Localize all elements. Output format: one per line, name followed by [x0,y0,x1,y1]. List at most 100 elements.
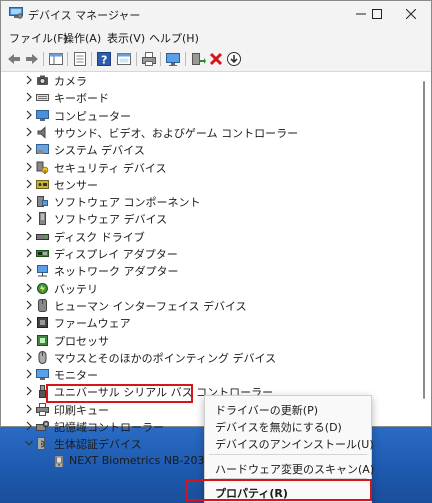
close-button[interactable] [385,1,431,29]
tree-category-label: ソフトウェア デバイス [54,213,168,227]
display-adapter-icon [36,250,49,257]
scrollbar-thumb[interactable] [423,81,425,399]
system-device-icon [36,144,49,155]
menu-file[interactable]: ファイル(F) [9,30,68,46]
tree-device-label: NEXT Biometrics NB-2033-U [69,453,224,467]
tree-category-row[interactable]: ディスプレイ アダプター [1,245,431,262]
chevron-right-icon[interactable] [25,75,33,85]
menu-action[interactable]: 操作(A) [63,30,101,46]
disk-drive-icon [36,233,49,240]
chevron-right-icon[interactable] [25,144,33,154]
tree-category-row[interactable]: モニター [1,366,431,383]
tree-category-label: プロセッサ [54,334,109,348]
tree-category-row[interactable]: サウンド、ビデオ、およびゲーム コントローラー [1,124,431,141]
chevron-right-icon[interactable] [25,110,33,120]
chevron-right-icon[interactable] [25,265,33,275]
toolbar-separator [136,52,137,66]
title-bar: デバイス マネージャー [1,1,431,29]
chevron-right-icon[interactable] [25,162,33,172]
network-adapter-icon [37,265,48,277]
tree-category-label: センサー [54,178,98,192]
tree-category-label: 記憶域コントローラー [54,421,164,434]
mouse-icon [38,350,47,364]
tree-category-row[interactable]: コンピューター [1,107,431,124]
device-tree: カメラ キーボードコンピューターサウンド、ビデオ、およびゲーム コントローラー シス… [1,72,431,468]
chevron-right-icon[interactable] [25,421,33,431]
device-manager-window: デバイス マネージャー ファイル(F) 操作(A) 表示(V) ヘルプ(H) ? [0,0,432,468]
monitor-icon [36,369,49,381]
chevron-right-icon[interactable] [25,248,33,258]
processor-icon [37,334,48,346]
tree-category-label: マウスとそのほかのポインティング デバイス [54,351,277,365]
chevron-down-icon[interactable] [25,438,33,448]
software-device-icon [39,212,46,226]
sensor-icon [36,179,49,189]
chevron-right-icon[interactable] [25,283,33,293]
tree-category-label: セキュリティ デバイス [54,161,167,175]
hid-icon [38,298,47,312]
tree-category-row[interactable]: セキュリティ デバイス [1,159,431,176]
menu-bar: ファイル(F) 操作(A) 表示(V) ヘルプ(H) [1,29,431,47]
menu-view[interactable]: 表示(V) [107,30,145,46]
chevron-right-icon[interactable] [25,386,33,396]
context-menu-update-driver[interactable]: ドライバーの更新(P) [215,402,318,418]
print-queue-icon [36,402,49,416]
chevron-right-icon[interactable] [25,317,33,327]
toolbar-separator [185,52,186,66]
vertical-scrollbar[interactable] [421,75,427,409]
tree-category-row[interactable]: マウスとそのほかのポインティング デバイス [1,349,431,366]
tree-category-label: コンピューター [54,109,131,123]
tree-category-row[interactable]: バッテリ [1,280,431,297]
properties-icon[interactable] [72,51,88,67]
tree-category-row[interactable]: プロセッサ [1,332,431,349]
selected-device-highlight-box [46,384,193,403]
chevron-right-icon[interactable] [25,352,33,362]
context-menu-disable-device[interactable]: デバイスを無効にする(D) [215,419,342,435]
chevron-right-icon[interactable] [25,404,33,414]
view-icon[interactable] [116,51,132,67]
tree-category-row[interactable]: キーボード [1,89,431,106]
toolbar-separator [160,52,161,66]
chevron-right-icon[interactable] [25,196,33,206]
back-icon[interactable] [6,51,22,67]
tree-category-row[interactable]: カメラ [1,72,431,89]
chevron-right-icon[interactable] [25,335,33,345]
tree-category-label: ファームウェア [54,317,131,331]
tree-category-row[interactable]: ネットワーク アダプター [1,262,431,279]
tree-category-row[interactable]: センサー [1,176,431,193]
show-hide-console-tree-icon[interactable] [48,51,64,67]
toolbar-separator [91,52,92,66]
uninstall-icon[interactable] [208,51,224,67]
tree-category-label: ディスプレイ アダプター [54,248,178,261]
tree-category-label: モニター [54,369,98,383]
print-icon[interactable] [141,51,157,67]
tree-category-row[interactable]: ファームウェア [1,314,431,331]
update-driver-icon[interactable] [190,51,206,67]
tree-category-row[interactable]: ソフトウェア コンポーネント [1,193,431,210]
context-menu-scan-hardware[interactable]: ハードウェア変更のスキャン(A) [215,461,374,477]
chevron-right-icon[interactable] [25,213,33,223]
tree-category-label: ディスク ドライブ [54,230,145,244]
chevron-right-icon[interactable] [25,92,33,102]
chevron-right-icon[interactable] [25,369,33,379]
menu-help[interactable]: ヘルプ(H) [149,30,199,46]
download-icon[interactable] [226,51,242,67]
chevron-right-icon[interactable] [25,231,33,241]
monitor-icon[interactable] [165,51,181,67]
forward-icon[interactable] [24,51,40,67]
toolbar-separator [43,52,44,66]
chevron-right-icon[interactable] [25,179,33,189]
chevron-right-icon[interactable] [25,300,33,310]
window-title: デバイス マネージャー [28,9,141,22]
help-icon[interactable]: ? [96,51,112,67]
tree-category-row[interactable]: システム デバイス [1,141,431,158]
tree-category-row[interactable]: ヒューマン インターフェイス デバイス [1,297,431,314]
tree-category-label: システム デバイス [54,144,145,158]
chevron-right-icon[interactable] [25,127,33,137]
tree-category-row[interactable]: ディスク ドライブ [1,228,431,245]
storage-controller-icon [36,420,49,431]
tree-category-row[interactable]: ソフトウェア デバイス [1,210,431,227]
tree-category-label: サウンド、ビデオ、およびゲーム コントローラー [54,126,299,140]
close-icon [406,9,416,19]
context-menu-uninstall-device[interactable]: デバイスのアンインストール(U) [215,436,374,452]
